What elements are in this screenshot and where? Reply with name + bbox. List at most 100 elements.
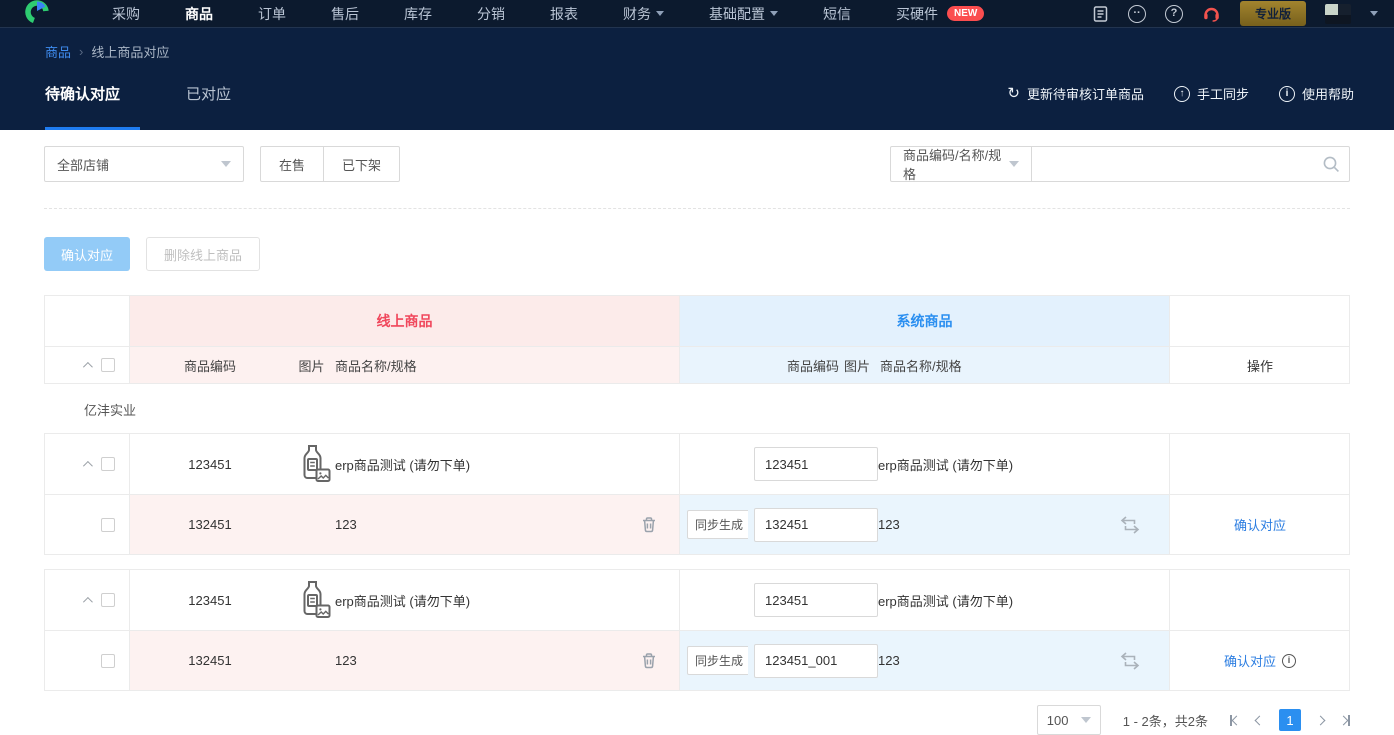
search-icon[interactable]	[1322, 155, 1340, 173]
online-name: erp商品测试 (请勿下单)	[335, 570, 680, 630]
shop-group-label: 亿沣实业	[84, 403, 137, 418]
confirm-match-link[interactable]: 确认对应 i	[1224, 651, 1296, 670]
online-code-header: 商品编码	[130, 347, 290, 383]
online-code: 123451	[188, 456, 232, 472]
sync-generate-button[interactable]: 同步生成	[687, 510, 752, 539]
prev-page-button[interactable]	[1254, 715, 1265, 725]
online-code: 132451	[130, 495, 290, 554]
info-icon[interactable]: i	[1282, 653, 1296, 668]
manual-sync-button[interactable]: ↑ 手工同步	[1173, 84, 1249, 103]
search-input[interactable]	[1032, 146, 1350, 182]
on-sale-button[interactable]: 在售	[260, 146, 325, 182]
delete-trash-icon[interactable]	[641, 516, 663, 533]
system-name: 123	[878, 631, 1080, 690]
nav-item-settings[interactable]: 基础配置	[709, 4, 778, 24]
customer-service-icon[interactable]	[1202, 5, 1221, 22]
online-image-header: 图片	[290, 347, 335, 383]
filter-row: 全部店铺 在售 已下架 商品编码/名称/规格	[44, 146, 1350, 182]
tab-pending-match[interactable]: 待确认对应	[45, 83, 120, 104]
pagination: 100 1 - 2条，共2条 1	[44, 705, 1350, 735]
usage-help-button[interactable]: i 使用帮助	[1278, 84, 1354, 103]
search-type-select[interactable]: 商品编码/名称/规格	[890, 146, 1032, 182]
chevron-down-icon	[1009, 161, 1019, 167]
row-checkbox[interactable]	[101, 653, 115, 668]
table-row-sub: 132451 123 同步生成 123	[45, 494, 1349, 554]
page-header-band: 商品 › 线上商品对应 待确认对应 已对应 ↻ 更新待审核订单商品 ↑ 手工同步…	[0, 27, 1394, 130]
action-header: 操作	[1246, 358, 1273, 374]
system-code-input[interactable]	[754, 447, 878, 481]
chevron-down-icon	[1080, 717, 1091, 723]
system-name-header: 图片 商品名称/规格	[844, 347, 1080, 383]
swap-icon[interactable]	[1080, 495, 1170, 554]
confirm-match-button[interactable]: 确认对应	[44, 237, 131, 271]
nav-item-reports[interactable]: 报表	[550, 4, 578, 24]
nav-item-sms[interactable]: 短信	[823, 4, 851, 24]
select-all-checkbox[interactable]	[101, 358, 115, 372]
nav-item-finance[interactable]: 财务	[623, 4, 664, 24]
sale-status-group: 在售 已下架	[260, 146, 401, 182]
nav-item-purchase[interactable]: 采购	[112, 4, 140, 24]
system-code-input[interactable]	[754, 583, 878, 617]
chevron-down-icon	[770, 11, 778, 16]
help-question-icon[interactable]: ?	[1164, 4, 1183, 23]
nav-item-distribution[interactable]: 分销	[477, 4, 505, 24]
chevron-down-icon	[221, 161, 231, 167]
bulk-action-row: 确认对应 删除线上商品	[44, 237, 1350, 271]
nav-item-aftersale[interactable]: 售后	[331, 4, 359, 24]
tabs-row: 待确认对应 已对应 ↻ 更新待审核订单商品 ↑ 手工同步 i 使用帮助	[45, 83, 1354, 104]
row-checkbox[interactable]	[101, 457, 115, 471]
document-icon[interactable]	[1092, 5, 1109, 23]
delete-trash-icon[interactable]	[641, 652, 663, 669]
nav-item-inventory[interactable]: 库存	[404, 4, 432, 24]
row-checkbox[interactable]	[101, 593, 115, 607]
header-actions: ↻ 更新待审核订单商品 ↑ 手工同步 i 使用帮助	[1007, 84, 1354, 103]
collapse-chevron-icon[interactable]	[82, 460, 93, 471]
nav-item-buy-hardware[interactable]: 买硬件 NEW	[896, 4, 985, 24]
divider	[44, 208, 1350, 209]
chat-icon[interactable]: ··	[1127, 4, 1146, 23]
tab-matched[interactable]: 已对应	[186, 83, 231, 104]
breadcrumb-section[interactable]: 商品	[45, 42, 71, 61]
row-checkbox[interactable]	[101, 517, 115, 532]
delete-online-product-button[interactable]: 删除线上商品	[146, 237, 261, 271]
product-image-icon	[290, 434, 335, 494]
table-row-sub: 132451 123 同步生成 123	[45, 630, 1349, 690]
online-name: 123	[335, 495, 680, 554]
update-pending-orders-button[interactable]: ↻ 更新待审核订单商品	[1007, 84, 1144, 103]
confirm-match-link[interactable]: 确认对应	[1234, 515, 1286, 534]
online-name: 123	[335, 631, 680, 690]
swap-icon[interactable]	[1080, 631, 1170, 690]
breadcrumb-separator: ›	[79, 44, 84, 59]
collapse-chevron-icon[interactable]	[82, 361, 93, 372]
top-navbar: 采购 商品 订单 售后 库存 分销 报表 财务 基础配置 短信 买硬件 NEW …	[0, 0, 1394, 27]
next-page-button[interactable]	[1315, 715, 1326, 725]
online-name-header: 商品名称/规格	[335, 347, 680, 383]
active-tab-underline	[45, 127, 140, 130]
sync-generate-button[interactable]: 同步生成	[687, 646, 752, 675]
match-table: 线上商品 系统商品 商品编码 图片 商品名称/规格 商品编码 图片 商品名称/规…	[44, 295, 1350, 691]
pagination-summary: 1 - 2条，共2条	[1122, 713, 1208, 729]
system-code-input[interactable]	[754, 507, 878, 542]
nav-item-orders[interactable]: 订单	[258, 4, 286, 24]
nav-item-products[interactable]: 商品	[185, 4, 213, 24]
match-block: 123451 erp商品测试 (请勿下单) 123451 erp商品测试 (请勿…	[44, 569, 1350, 691]
page-size-select[interactable]: 100	[1036, 705, 1101, 735]
table-header: 线上商品 系统商品 商品编码 图片 商品名称/规格 商品编码 图片 商品名称/规…	[44, 295, 1350, 384]
main-menu: 采购 商品 订单 售后 库存 分销 报表 财务 基础配置 短信 买硬件 NEW	[112, 4, 985, 24]
system-code-input[interactable]	[754, 643, 878, 678]
system-name: erp商品测试 (请勿下单)	[878, 457, 1014, 473]
pagination-controls: 1	[1230, 709, 1350, 731]
online-code: 132451	[130, 631, 290, 690]
off-shelf-button[interactable]: 已下架	[324, 146, 401, 182]
collapse-chevron-icon[interactable]	[82, 596, 93, 607]
new-badge: NEW	[947, 6, 985, 21]
avatar[interactable]	[1325, 3, 1351, 24]
chevron-down-icon	[656, 11, 664, 16]
current-page-button[interactable]: 1	[1279, 709, 1301, 731]
user-menu-chevron-icon[interactable]	[1370, 11, 1378, 16]
table-row-main: 123451 erp商品测试 (请勿下单) 123451 erp商品测试 (请勿…	[45, 570, 1349, 630]
table-row-main: 123451 erp商品测试 (请勿下单) 123451 erp商品测试 (请勿…	[45, 434, 1349, 494]
shop-select[interactable]: 全部店铺	[44, 146, 244, 182]
pro-edition-button[interactable]: 专业版	[1239, 1, 1306, 26]
search-area: 商品编码/名称/规格	[890, 146, 1350, 182]
